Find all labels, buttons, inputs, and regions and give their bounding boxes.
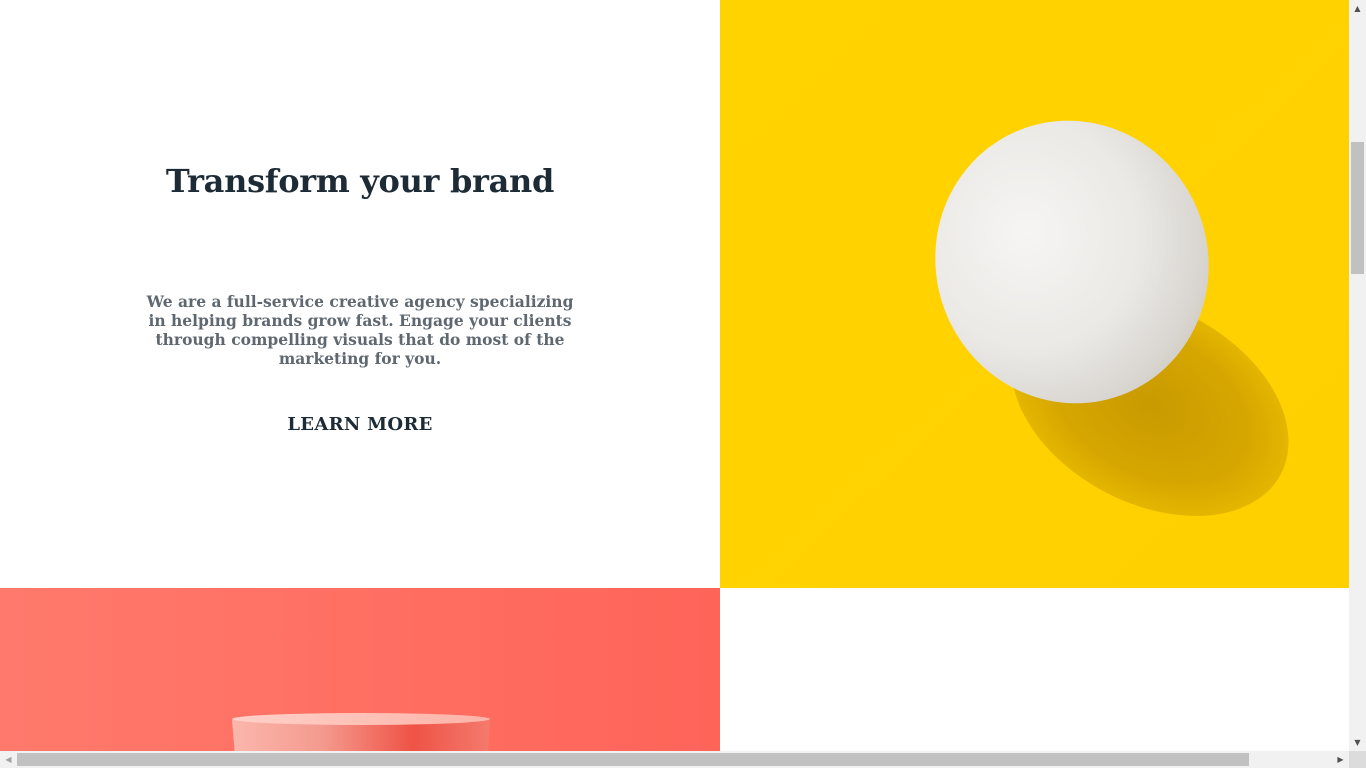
vertical-scrollbar[interactable]: ▲ ▼	[1349, 0, 1366, 751]
egg-image	[720, 0, 1349, 588]
triangle-left-icon[interactable]: ◀	[0, 751, 17, 768]
horizontal-scrollbar[interactable]: ◀ ▶	[0, 751, 1349, 768]
cup-image	[0, 588, 720, 751]
learn-more-label: LEARN MORE	[287, 414, 433, 435]
vertical-scroll-thumb[interactable]	[1351, 142, 1364, 274]
blank-panel	[720, 588, 1349, 751]
hero-description: We are a full-service creative agency sp…	[146, 292, 574, 368]
horizontal-scroll-thumb[interactable]	[17, 753, 1249, 766]
learn-more-link[interactable]: LEARN MORE	[0, 414, 720, 435]
hero-title: Transform your brand	[165, 162, 555, 200]
scrollbar-corner	[1349, 751, 1366, 768]
page-viewport: Transform your brand We are a full-servi…	[0, 0, 1349, 751]
triangle-down-icon[interactable]: ▼	[1349, 734, 1366, 751]
triangle-up-icon[interactable]: ▲	[1349, 0, 1366, 17]
hero-text-section: Transform your brand We are a full-servi…	[0, 0, 720, 588]
triangle-right-icon[interactable]: ▶	[1332, 751, 1349, 768]
